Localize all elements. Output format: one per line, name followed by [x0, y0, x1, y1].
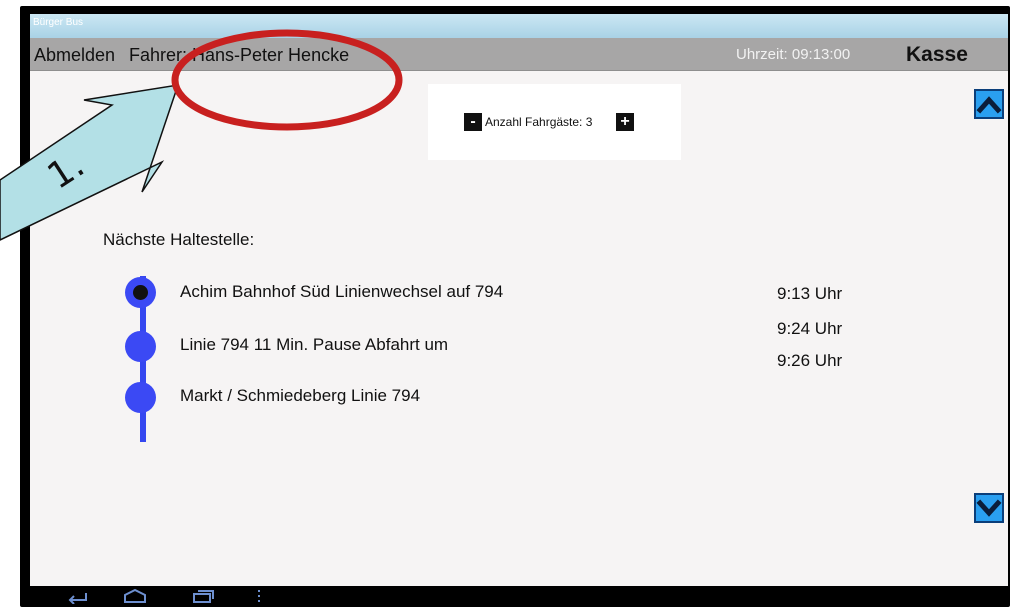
annotation-overlay: 1.: [0, 29, 403, 241]
annotation-circle: [171, 29, 403, 131]
annotation-arrow: [0, 84, 180, 241]
